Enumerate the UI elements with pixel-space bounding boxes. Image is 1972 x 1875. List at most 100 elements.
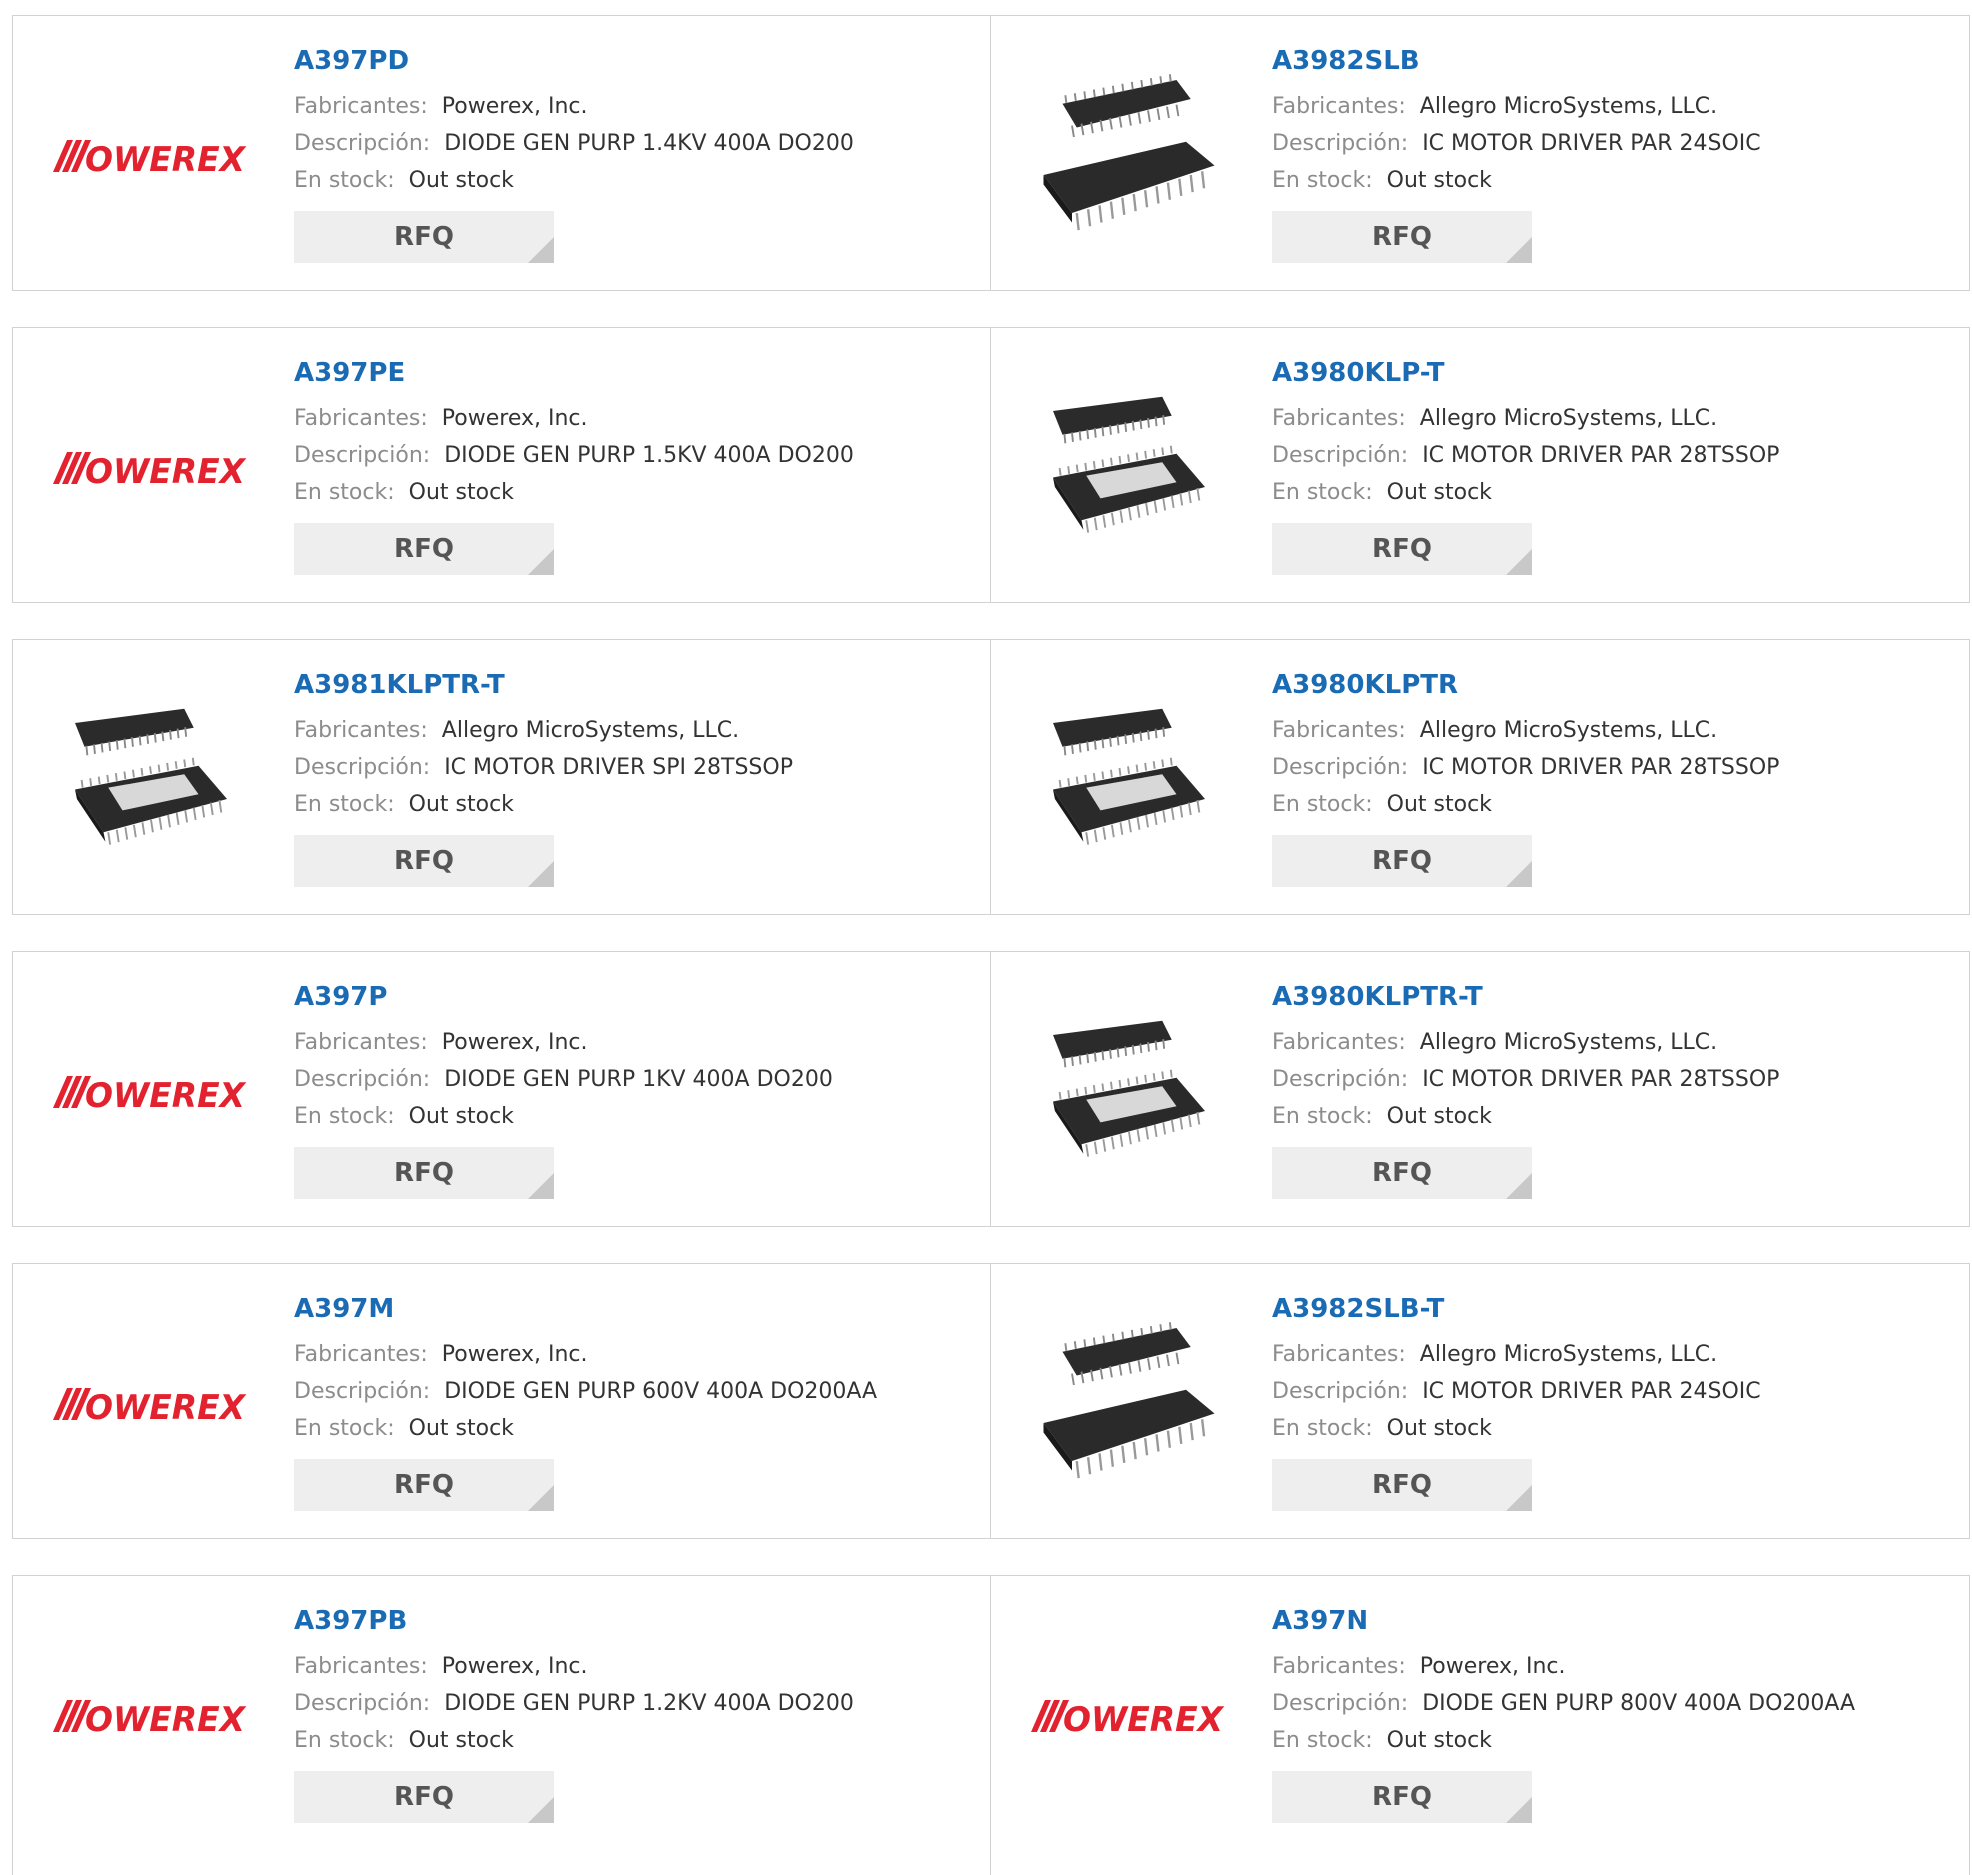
svg-text:OWEREX: OWEREX — [1063, 1700, 1225, 1738]
rfq-corner-icon — [528, 237, 554, 263]
product-image[interactable]: OWEREX — [51, 368, 251, 568]
part-number-link[interactable]: A397M — [294, 1292, 971, 1326]
manufacturer-row: Fabricantes: Powerex, Inc. — [294, 1024, 971, 1061]
description-row: Descripción: IC MOTOR DRIVER PAR 28TSSOP — [1272, 749, 1949, 786]
stock-label: En stock: — [294, 1104, 395, 1129]
part-number-link[interactable]: A397P — [294, 980, 971, 1014]
product-card: A3982SLB Fabricantes: Allegro MicroSystem… — [990, 15, 1970, 291]
product-image[interactable] — [1029, 1304, 1229, 1504]
rfq-button[interactable]: RFQ — [294, 211, 554, 263]
description-row: Descripción: DIODE GEN PURP 1.5KV 400A DO… — [294, 437, 971, 474]
rfq-button-label: RFQ — [1372, 222, 1432, 252]
stock-label: En stock: — [1272, 1728, 1373, 1753]
description-label: Descripción: — [294, 1067, 431, 1092]
rfq-corner-icon — [1506, 1485, 1532, 1511]
stock-row: En stock: Out stock — [1272, 1098, 1949, 1135]
description-row: Descripción: DIODE GEN PURP 800V 400A DO2… — [1272, 1685, 1949, 1722]
description-label: Descripción: — [1272, 755, 1409, 780]
product-info: A397PB Fabricantes: Powerex, Inc. Descrip… — [294, 1604, 971, 1823]
product-info: A397PD Fabricantes: Powerex, Inc. Descrip… — [294, 44, 971, 263]
tssop-chip-icon — [1053, 1020, 1205, 1157]
stock-row: En stock: Out stock — [294, 1722, 971, 1759]
rfq-button[interactable]: RFQ — [1272, 835, 1532, 887]
product-image[interactable] — [1029, 680, 1229, 880]
rfq-button[interactable]: RFQ — [1272, 211, 1532, 263]
stock-value: Out stock — [408, 480, 514, 505]
stock-label: En stock: — [294, 1728, 395, 1753]
product-info: A3982SLB-T Fabricantes: Allegro MicroSyst… — [1272, 1292, 1949, 1511]
manufacturer-label: Fabricantes: — [1272, 718, 1406, 743]
rfq-button-label: RFQ — [1372, 846, 1432, 876]
part-number-link[interactable]: A3980KLPTR-T — [1272, 980, 1949, 1014]
product-image[interactable]: OWEREX — [51, 56, 251, 256]
part-number-link[interactable]: A397PE — [294, 356, 971, 390]
part-number-link[interactable]: A397PD — [294, 44, 971, 78]
part-number-link[interactable]: A397N — [1272, 1604, 1949, 1638]
stock-value: Out stock — [1386, 792, 1492, 817]
product-image[interactable] — [51, 680, 251, 880]
stock-label: En stock: — [1272, 480, 1373, 505]
stock-value: Out stock — [408, 1104, 514, 1129]
stock-value: Out stock — [1386, 168, 1492, 193]
stock-value: Out stock — [1386, 1416, 1492, 1441]
product-info: A3982SLB Fabricantes: Allegro MicroSystem… — [1272, 44, 1949, 263]
rfq-button-label: RFQ — [1372, 1782, 1432, 1812]
description-value: DIODE GEN PURP 800V 400A DO200AA — [1422, 1691, 1856, 1716]
manufacturer-row: Fabricantes: Allegro MicroSystems, LLC. — [294, 712, 971, 749]
product-info: A3980KLPTR Fabricantes: Allegro MicroSyst… — [1272, 668, 1949, 887]
rfq-button[interactable]: RFQ — [294, 1147, 554, 1199]
manufacturer-row: Fabricantes: Allegro MicroSystems, LLC. — [1272, 88, 1949, 125]
part-number-link[interactable]: A3981KLPTR-T — [294, 668, 971, 702]
product-info: A397N Fabricantes: Powerex, Inc. Descripc… — [1272, 1604, 1949, 1823]
product-image[interactable]: OWEREX — [1029, 1616, 1229, 1816]
product-image[interactable] — [1029, 992, 1229, 1192]
description-row: Descripción: IC MOTOR DRIVER PAR 28TSSOP — [1272, 1061, 1949, 1098]
rfq-button[interactable]: RFQ — [294, 523, 554, 575]
rfq-corner-icon — [528, 861, 554, 887]
rfq-button[interactable]: RFQ — [1272, 1147, 1532, 1199]
product-card: A3980KLPTR Fabricantes: Allegro MicroSyst… — [990, 639, 1970, 915]
product-card: A3981KLPTR-T Fabricantes: Allegro MicroSy… — [12, 639, 992, 915]
product-image[interactable] — [1029, 368, 1229, 568]
product-image[interactable] — [1029, 56, 1229, 256]
rfq-button[interactable]: RFQ — [1272, 523, 1532, 575]
part-number-link[interactable]: A3980KLPTR — [1272, 668, 1949, 702]
manufacturer-value: Powerex, Inc. — [441, 94, 588, 119]
rfq-button[interactable]: RFQ — [294, 835, 554, 887]
manufacturer-label: Fabricantes: — [294, 94, 428, 119]
rfq-corner-icon — [1506, 861, 1532, 887]
svg-text:OWEREX: OWEREX — [85, 1700, 247, 1738]
manufacturer-label: Fabricantes: — [294, 1342, 428, 1367]
part-number-link[interactable]: A3980KLP-T — [1272, 356, 1949, 390]
part-number-link[interactable]: A3982SLB-T — [1272, 1292, 1949, 1326]
soic-chip-icon — [1043, 1322, 1215, 1479]
product-image[interactable]: OWEREX — [51, 992, 251, 1192]
part-number-link[interactable]: A3982SLB — [1272, 44, 1949, 78]
product-card: OWEREX A397N Fabricantes: Powerex, Inc. D… — [990, 1575, 1970, 1875]
stock-label: En stock: — [1272, 792, 1373, 817]
description-value: DIODE GEN PURP 1.5KV 400A DO200 — [444, 443, 854, 468]
rfq-button[interactable]: RFQ — [1272, 1459, 1532, 1511]
description-row: Descripción: IC MOTOR DRIVER PAR 28TSSOP — [1272, 437, 1949, 474]
manufacturer-value: Allegro MicroSystems, LLC. — [1419, 1030, 1718, 1055]
manufacturer-label: Fabricantes: — [1272, 1030, 1406, 1055]
rfq-button-label: RFQ — [394, 1470, 454, 1500]
manufacturer-label: Fabricantes: — [1272, 1342, 1406, 1367]
product-image[interactable]: OWEREX — [51, 1616, 251, 1816]
description-value: IC MOTOR DRIVER PAR 28TSSOP — [1422, 443, 1780, 468]
rfq-button[interactable]: RFQ — [294, 1771, 554, 1823]
stock-value: Out stock — [408, 792, 514, 817]
rfq-button[interactable]: RFQ — [1272, 1771, 1532, 1823]
stock-row: En stock: Out stock — [1272, 474, 1949, 511]
product-image[interactable]: OWEREX — [51, 1304, 251, 1504]
product-grid: OWEREX A397PD Fabricantes: Powerex, Inc. … — [0, 0, 1972, 1875]
stock-value: Out stock — [408, 1728, 514, 1753]
description-label: Descripción: — [294, 443, 431, 468]
product-info: A397P Fabricantes: Powerex, Inc. Descripc… — [294, 980, 971, 1199]
description-row: Descripción: IC MOTOR DRIVER PAR 24SOIC — [1272, 125, 1949, 162]
description-value: IC MOTOR DRIVER PAR 28TSSOP — [1422, 1067, 1780, 1092]
rfq-button-label: RFQ — [394, 534, 454, 564]
manufacturer-row: Fabricantes: Allegro MicroSystems, LLC. — [1272, 712, 1949, 749]
rfq-button[interactable]: RFQ — [294, 1459, 554, 1511]
part-number-link[interactable]: A397PB — [294, 1604, 971, 1638]
